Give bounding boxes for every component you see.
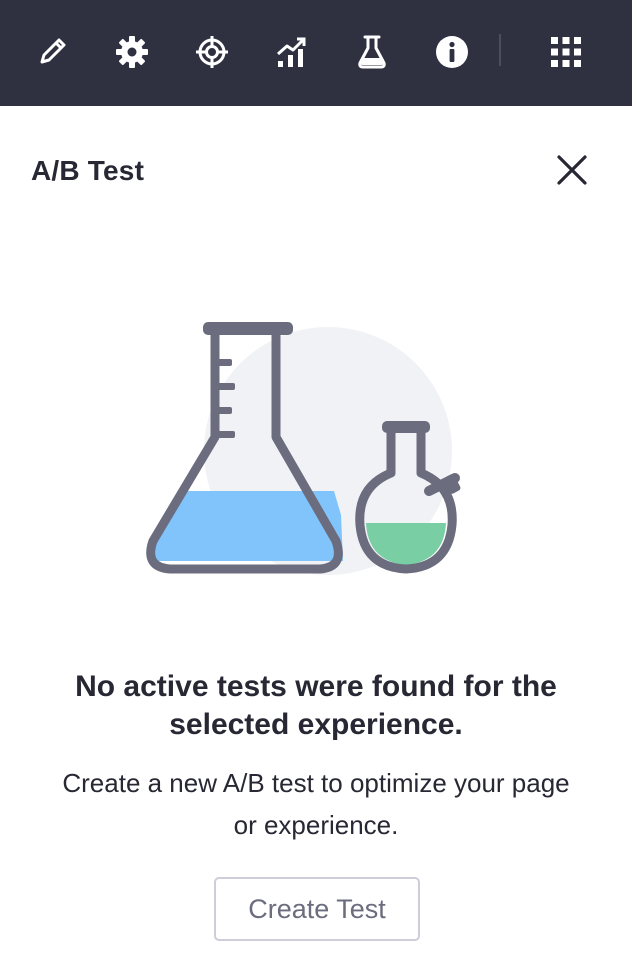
- analytics-icon[interactable]: [269, 29, 315, 75]
- empty-state-title-line2: selected experience.: [169, 708, 463, 741]
- empty-state-title: No active tests were found for the selec…: [20, 668, 612, 744]
- lab-flasks-illustration: [140, 315, 470, 580]
- empty-state-title-line1: No active tests were found for the: [75, 670, 557, 703]
- close-icon: [557, 155, 587, 185]
- pencil-icon[interactable]: [29, 29, 75, 75]
- panel-title: A/B Test: [31, 155, 145, 186]
- toolbar-divider: [499, 34, 501, 66]
- empty-state-description-line2: or experience.: [233, 810, 399, 840]
- flask-icon[interactable]: [349, 29, 395, 75]
- grid-icon[interactable]: [543, 29, 589, 75]
- gear-icon[interactable]: [109, 29, 155, 75]
- empty-state-description-line1: Create a new A/B test to optimize your p…: [62, 768, 570, 798]
- panel-header: A/B Test: [0, 106, 632, 236]
- info-icon[interactable]: [429, 29, 475, 75]
- target-icon[interactable]: [189, 29, 235, 75]
- close-button[interactable]: [550, 148, 594, 192]
- empty-state-description: Create a new A/B test to optimize your p…: [20, 762, 612, 846]
- create-test-button[interactable]: Create Test: [214, 877, 420, 941]
- top-toolbar: [0, 0, 632, 106]
